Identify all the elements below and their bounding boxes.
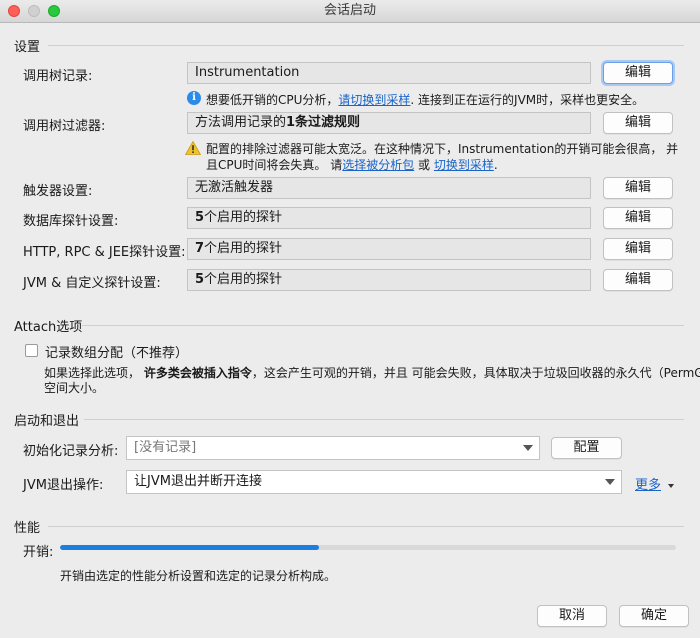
http-probes-edit-button[interactable]: 编辑: [603, 238, 673, 260]
trigger-settings-label: 触发器设置:: [23, 184, 93, 199]
warning-or: 或: [414, 158, 434, 172]
initial-recording-select[interactable]: [没有记录]: [126, 436, 540, 460]
initial-recording-value: [没有记录]: [134, 440, 197, 455]
more-link[interactable]: 更多: [635, 478, 661, 493]
db-probes-text: 个启用的探针: [204, 210, 283, 225]
performance-divider: [48, 526, 684, 527]
db-probes-value: 5个启用的探针: [187, 207, 591, 229]
call-tree-recording-value: Instrumentation: [187, 62, 591, 84]
jvm-probes-text: 个启用的探针: [204, 272, 283, 287]
jvm-exit-value: 让JVM退出并断开连接: [134, 474, 262, 489]
settings-divider: [48, 45, 684, 46]
record-array-alloc-checkbox[interactable]: [25, 344, 38, 357]
db-probes-count: 5: [195, 210, 205, 225]
attach-description-line1: 如果选择此选项， 许多类会被插入指令，这会产生可观的开销，并且 可能会失败，具体…: [44, 364, 700, 381]
call-tree-recording-hint: 想要低开销的CPU分析，请切换到采样. 连接到正在运行的JVM时，采样也更安全。: [206, 91, 644, 108]
jvm-exit-label: JVM退出操作:: [23, 478, 104, 493]
startup-section-title: 启动和退出: [14, 414, 80, 429]
db-probes-label: 数据库探针设置:: [23, 214, 119, 229]
attach-desc-suffix: ，这会产生可观的开销，并且 可能会失败，具体取决于垃圾回收器的永久代（PermG…: [251, 366, 700, 380]
filter-warning-line2: 且CPU时间将会失真。 请选择被分析包 或 切换到采样.: [206, 156, 498, 173]
call-tree-filter-edit-button[interactable]: 编辑: [603, 112, 673, 134]
filter-warning-line1: 配置的排除过滤器可能太宽泛。在这种情况下，Instrumentation的开销可…: [206, 142, 679, 156]
warning-end: .: [493, 158, 498, 172]
overhead-progress-fill: [60, 545, 319, 550]
title-bar: 会话启动: [0, 0, 700, 23]
switch-to-sampling-link-2[interactable]: 切换到采样: [434, 158, 494, 172]
http-probes-count: 7: [195, 241, 205, 256]
attach-desc-prefix: 如果选择此选项，: [44, 366, 144, 380]
jvm-exit-select[interactable]: 让JVM退出并断开连接: [126, 470, 622, 494]
jvm-probes-edit-button[interactable]: 编辑: [603, 269, 673, 291]
http-probes-text: 个启用的探针: [204, 241, 283, 256]
attach-divider: [82, 325, 684, 326]
call-tree-recording-edit-button[interactable]: 编辑: [603, 62, 673, 84]
db-probes-edit-button[interactable]: 编辑: [603, 207, 673, 229]
attach-desc-bold: 许多类会被插入指令: [143, 366, 252, 380]
chevron-down-icon: [523, 445, 533, 451]
overhead-label: 开销:: [23, 545, 54, 560]
cancel-button[interactable]: 取消: [537, 605, 607, 627]
startup-divider: [84, 419, 684, 420]
call-tree-recording-label: 调用树记录:: [23, 69, 93, 84]
warning-icon: [185, 141, 201, 155]
jvm-probes-value: 5个启用的探针: [187, 269, 591, 291]
initial-recording-label: 初始化记录分析:: [23, 444, 119, 459]
performance-section-title: 性能: [14, 521, 41, 536]
http-probes-label: HTTP, RPC & JEE探针设置:: [23, 245, 186, 260]
jvm-probes-label: JVM & 自定义探针设置:: [23, 276, 161, 291]
settings-section-title: 设置: [14, 40, 41, 55]
info-icon: i: [187, 91, 201, 105]
triangle-down-icon: [668, 483, 675, 488]
performance-description: 开销由选定的性能分析设置和选定的记录分析构成。: [60, 569, 337, 583]
filter-value-prefix: 方法调用记录的: [195, 115, 287, 130]
more-menu[interactable]: 更多: [635, 474, 675, 493]
trigger-settings-edit-button[interactable]: 编辑: [603, 177, 673, 199]
window-title: 会话启动: [323, 3, 376, 18]
select-profiled-packages-link[interactable]: 选择被分析包: [342, 158, 414, 172]
switch-to-sampling-link[interactable]: 请切换到采样: [338, 93, 410, 107]
ok-button[interactable]: 确定: [619, 605, 689, 627]
configure-recording-button[interactable]: 配置: [551, 437, 622, 459]
call-tree-filter-label: 调用树过滤器:: [23, 119, 106, 134]
chevron-down-icon: [605, 479, 615, 485]
hint-text: 想要低开销的CPU分析，: [206, 93, 339, 107]
overhead-progress-bar: [60, 545, 676, 550]
record-array-alloc-label[interactable]: 记录数组分配（不推荐）: [45, 342, 188, 361]
hint-text-suffix: . 连接到正在运行的JVM时，采样也更安全。: [410, 93, 645, 107]
jvm-probes-count: 5: [195, 272, 205, 287]
attach-section-title: Attach选项: [14, 320, 83, 335]
attach-description-line2: 空间大小。: [44, 381, 105, 395]
trigger-settings-value: 无激活触发器: [187, 177, 591, 199]
call-tree-filter-value: 方法调用记录的1条过滤规则: [187, 112, 591, 134]
warning-text: 且CPU时间将会失真。 请: [206, 158, 343, 172]
filter-value-bold: 1条过滤规则: [286, 115, 361, 130]
http-probes-value: 7个启用的探针: [187, 238, 591, 260]
